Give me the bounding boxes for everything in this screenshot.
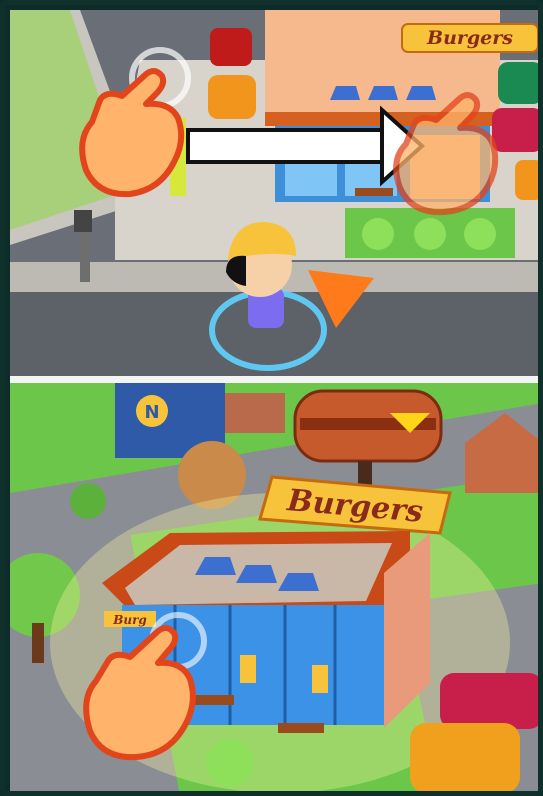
bench bbox=[355, 188, 393, 196]
parked-car-orange bbox=[410, 723, 520, 791]
small-shop-sign-text: Burg bbox=[112, 613, 147, 627]
bush-2 bbox=[414, 218, 446, 250]
bush-3 bbox=[464, 218, 496, 250]
tree-left-trunk bbox=[32, 623, 44, 663]
parked-car-pink bbox=[440, 673, 538, 729]
parked-car-orange bbox=[208, 75, 256, 119]
parked-car-green bbox=[498, 62, 538, 104]
burgers-sign-top: Burgers bbox=[401, 23, 538, 53]
bottom-tutorial-panel: N Burgers Burg bbox=[10, 383, 538, 791]
tree-small bbox=[70, 483, 106, 519]
shop-window-light-1 bbox=[240, 655, 256, 683]
burgers-sign-top-text: Burgers bbox=[426, 27, 513, 49]
tutorial-frame: Burgers N Burgers Burg bbox=[0, 0, 543, 796]
top-tutorial-panel: Burgers bbox=[10, 10, 538, 376]
parked-car-pink bbox=[492, 108, 538, 152]
top-scene: Burgers bbox=[10, 10, 538, 376]
n-badge-text: N bbox=[144, 402, 159, 423]
shop-window-light-2 bbox=[312, 665, 328, 693]
traffic-light bbox=[74, 210, 92, 232]
bg-building-brick bbox=[225, 393, 285, 433]
bush bbox=[206, 739, 254, 787]
bottom-scene: N Burgers Burg bbox=[10, 383, 538, 791]
panel-divider bbox=[10, 376, 538, 383]
parked-car-orange-2 bbox=[515, 160, 538, 200]
parked-car-red bbox=[210, 28, 252, 66]
bush-1 bbox=[362, 218, 394, 250]
bench-2 bbox=[278, 723, 324, 733]
